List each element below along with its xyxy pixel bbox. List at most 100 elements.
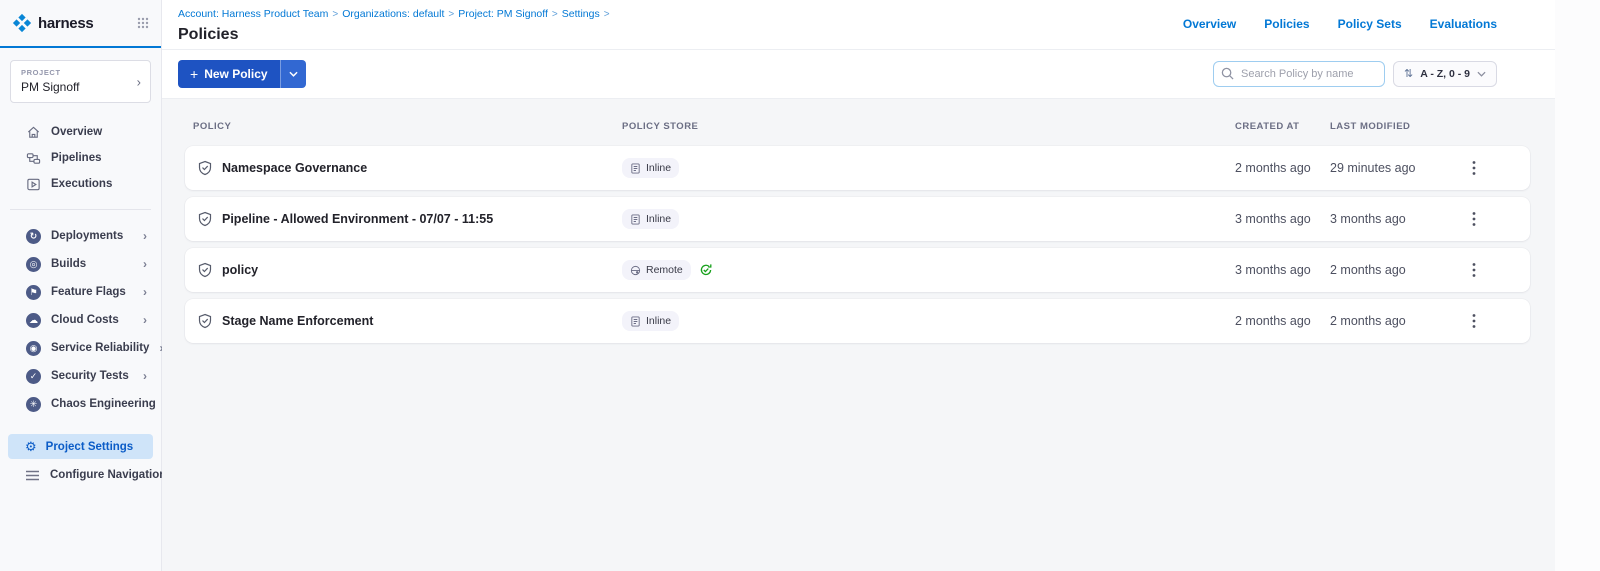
- policy-name: Namespace Governance: [222, 161, 367, 175]
- store-badge-inline: Inline: [622, 311, 679, 331]
- new-policy-split-button: + New Policy: [178, 60, 306, 88]
- table-body: Namespace GovernanceInline2 months ago29…: [185, 146, 1530, 343]
- breadcrumb-separator: >: [552, 9, 558, 20]
- chevron-right-icon: ›: [143, 369, 147, 383]
- sidebar-item-label: Executions: [51, 178, 112, 190]
- sidebar-item-executions[interactable]: Executions: [0, 171, 161, 197]
- created-at-cell: 2 months ago: [1235, 314, 1330, 328]
- column-header-created-at: CREATED AT: [1235, 121, 1330, 132]
- breadcrumb-link[interactable]: Organizations: default: [342, 8, 444, 20]
- breadcrumb-link[interactable]: Settings: [562, 8, 600, 20]
- sidebar-module-nav: ↻Deployments›◎Builds›⚑Feature Flags›☁Clo…: [0, 222, 161, 418]
- policy-store-cell: Remote: [622, 260, 1235, 280]
- kebab-menu-icon[interactable]: [1466, 157, 1482, 179]
- column-header-last-modified: LAST MODIFIED: [1330, 121, 1454, 132]
- app-grid-icon[interactable]: [137, 17, 149, 29]
- new-policy-button[interactable]: + New Policy: [178, 60, 280, 88]
- breadcrumb-separator: >: [332, 9, 338, 20]
- policy-name: Stage Name Enforcement: [222, 314, 373, 328]
- table-row[interactable]: Stage Name Enforcement Inline 2 months ago…: [185, 299, 1530, 343]
- git-sync-success-icon: [699, 263, 713, 277]
- sort-label: A - Z, 0 - 9: [1420, 68, 1470, 80]
- sidebar-item-label: Feature Flags: [51, 286, 126, 298]
- store-badge-label: Inline: [646, 162, 671, 174]
- service-reliability-icon: ◉: [26, 341, 41, 356]
- inline-file-icon: [630, 316, 641, 327]
- gear-icon: ⚙: [25, 440, 37, 453]
- last-modified-cell: 3 months ago: [1330, 212, 1454, 226]
- sidebar-item-configure-navigation[interactable]: Configure Navigation: [0, 462, 161, 488]
- created-at-cell: 2 months ago: [1235, 161, 1330, 175]
- policy-name: Pipeline - Allowed Environment - 07/07 -…: [222, 212, 493, 226]
- sidebar-item-builds[interactable]: ◎Builds›: [0, 250, 161, 278]
- chevron-right-icon: ›: [143, 313, 147, 327]
- kebab-menu-icon[interactable]: [1466, 310, 1482, 332]
- sidebar-item-label: Chaos Engineering: [51, 398, 156, 410]
- breadcrumb-link[interactable]: Project: PM Signoff: [458, 8, 548, 20]
- table-row[interactable]: Namespace Governance Inline 2 months ago29…: [185, 146, 1530, 190]
- header-nav-policies[interactable]: Policies: [1264, 17, 1309, 31]
- search-icon: [1221, 67, 1234, 80]
- sidebar-item-label: Pipelines: [51, 152, 102, 164]
- store-badge-inline: Inline: [622, 158, 679, 178]
- store-badge-remote: Remote: [622, 260, 691, 280]
- shield-check-icon: [197, 160, 213, 176]
- sidebar-item-security-tests[interactable]: ✓ Security Tests ›: [0, 362, 161, 390]
- security-tests-icon: ✓: [26, 369, 41, 384]
- new-policy-dropdown-button[interactable]: [280, 60, 306, 88]
- breadcrumb-link[interactable]: Account: Harness Product Team: [178, 8, 328, 20]
- column-header-policy-store: POLICY STORE: [622, 121, 1235, 132]
- row-menu-cell: [1454, 310, 1494, 332]
- sidebar-top-nav: Overview Pipelines Executions: [0, 119, 161, 197]
- pipelines-icon: [26, 151, 41, 166]
- last-modified-cell: 29 minutes ago: [1330, 161, 1454, 175]
- policy-store-cell: Inline: [622, 209, 1235, 229]
- chevron-down-icon: [1477, 71, 1486, 77]
- kebab-menu-icon[interactable]: [1466, 259, 1482, 281]
- sidebar-item-pipelines[interactable]: Pipelines: [0, 145, 161, 171]
- shield-check-icon: [197, 313, 213, 329]
- header-nav-overview[interactable]: Overview: [1183, 17, 1236, 31]
- plus-icon: +: [190, 67, 198, 81]
- inline-file-icon: [630, 163, 641, 174]
- sidebar-item-overview[interactable]: Overview: [0, 119, 161, 145]
- kebab-menu-icon[interactable]: [1466, 208, 1482, 230]
- created-at-cell: 3 months ago: [1235, 212, 1330, 226]
- page-header: Account: Harness Product Team > Organizati…: [162, 0, 1555, 50]
- sidebar-item-service-reliability[interactable]: ◉Service Reliability›: [0, 334, 161, 362]
- search-input[interactable]: [1213, 61, 1385, 87]
- sidebar-item-label: Deployments: [51, 230, 123, 242]
- builds-icon: ◎: [26, 257, 41, 272]
- sidebar-item-cloud-costs[interactable]: ☁Cloud Costs›: [0, 306, 161, 334]
- project-selector[interactable]: PROJECT PM Signoff ›: [10, 60, 151, 103]
- last-modified-cell: 2 months ago: [1330, 314, 1454, 328]
- header-nav-evaluations[interactable]: Evaluations: [1430, 17, 1497, 31]
- harness-logo-icon[interactable]: [12, 13, 32, 33]
- sidebar: harness PROJECT PM Signoff › Overview Pip…: [0, 0, 162, 571]
- sidebar-item-label: Overview: [51, 126, 102, 138]
- sidebar-item-label: Security Tests: [51, 370, 129, 382]
- sidebar-item-feature-flags[interactable]: ⚑Feature Flags›: [0, 278, 161, 306]
- sidebar-item-chaos-engineering[interactable]: ✳Chaos Engineering›: [0, 390, 161, 418]
- app-window: harness PROJECT PM Signoff › Overview Pip…: [0, 0, 1600, 571]
- sidebar-item-deployments[interactable]: ↻Deployments›: [0, 222, 161, 250]
- last-modified-cell: 2 months ago: [1330, 263, 1454, 277]
- store-badge-inline: Inline: [622, 209, 679, 229]
- logo-text: harness: [38, 15, 93, 32]
- table-row[interactable]: policyRemote3 months ago2 months ago: [185, 248, 1530, 292]
- feature-flags-icon: ⚑: [26, 285, 41, 300]
- store-badge-label: Remote: [646, 264, 683, 276]
- sidebar-divider: [10, 209, 151, 210]
- policy-name: policy: [222, 263, 258, 277]
- header-nav-policy-sets[interactable]: Policy Sets: [1338, 17, 1402, 31]
- policy-store-cell: Inline: [622, 311, 1235, 331]
- toolbar-right: ⇅ A - Z, 0 - 9: [1213, 61, 1497, 87]
- chevron-right-icon: ›: [143, 257, 147, 271]
- row-menu-cell: [1454, 259, 1494, 281]
- header-nav: Overview Policies Policy Sets Evaluations: [1183, 17, 1497, 31]
- executions-icon: [26, 177, 41, 192]
- policy-store-cell: Inline: [622, 158, 1235, 178]
- table-row[interactable]: Pipeline - Allowed Environment - 07/07 -…: [185, 197, 1530, 241]
- sort-dropdown[interactable]: ⇅ A - Z, 0 - 9: [1393, 61, 1497, 87]
- sidebar-item-project-settings[interactable]: ⚙ Project Settings: [8, 434, 153, 459]
